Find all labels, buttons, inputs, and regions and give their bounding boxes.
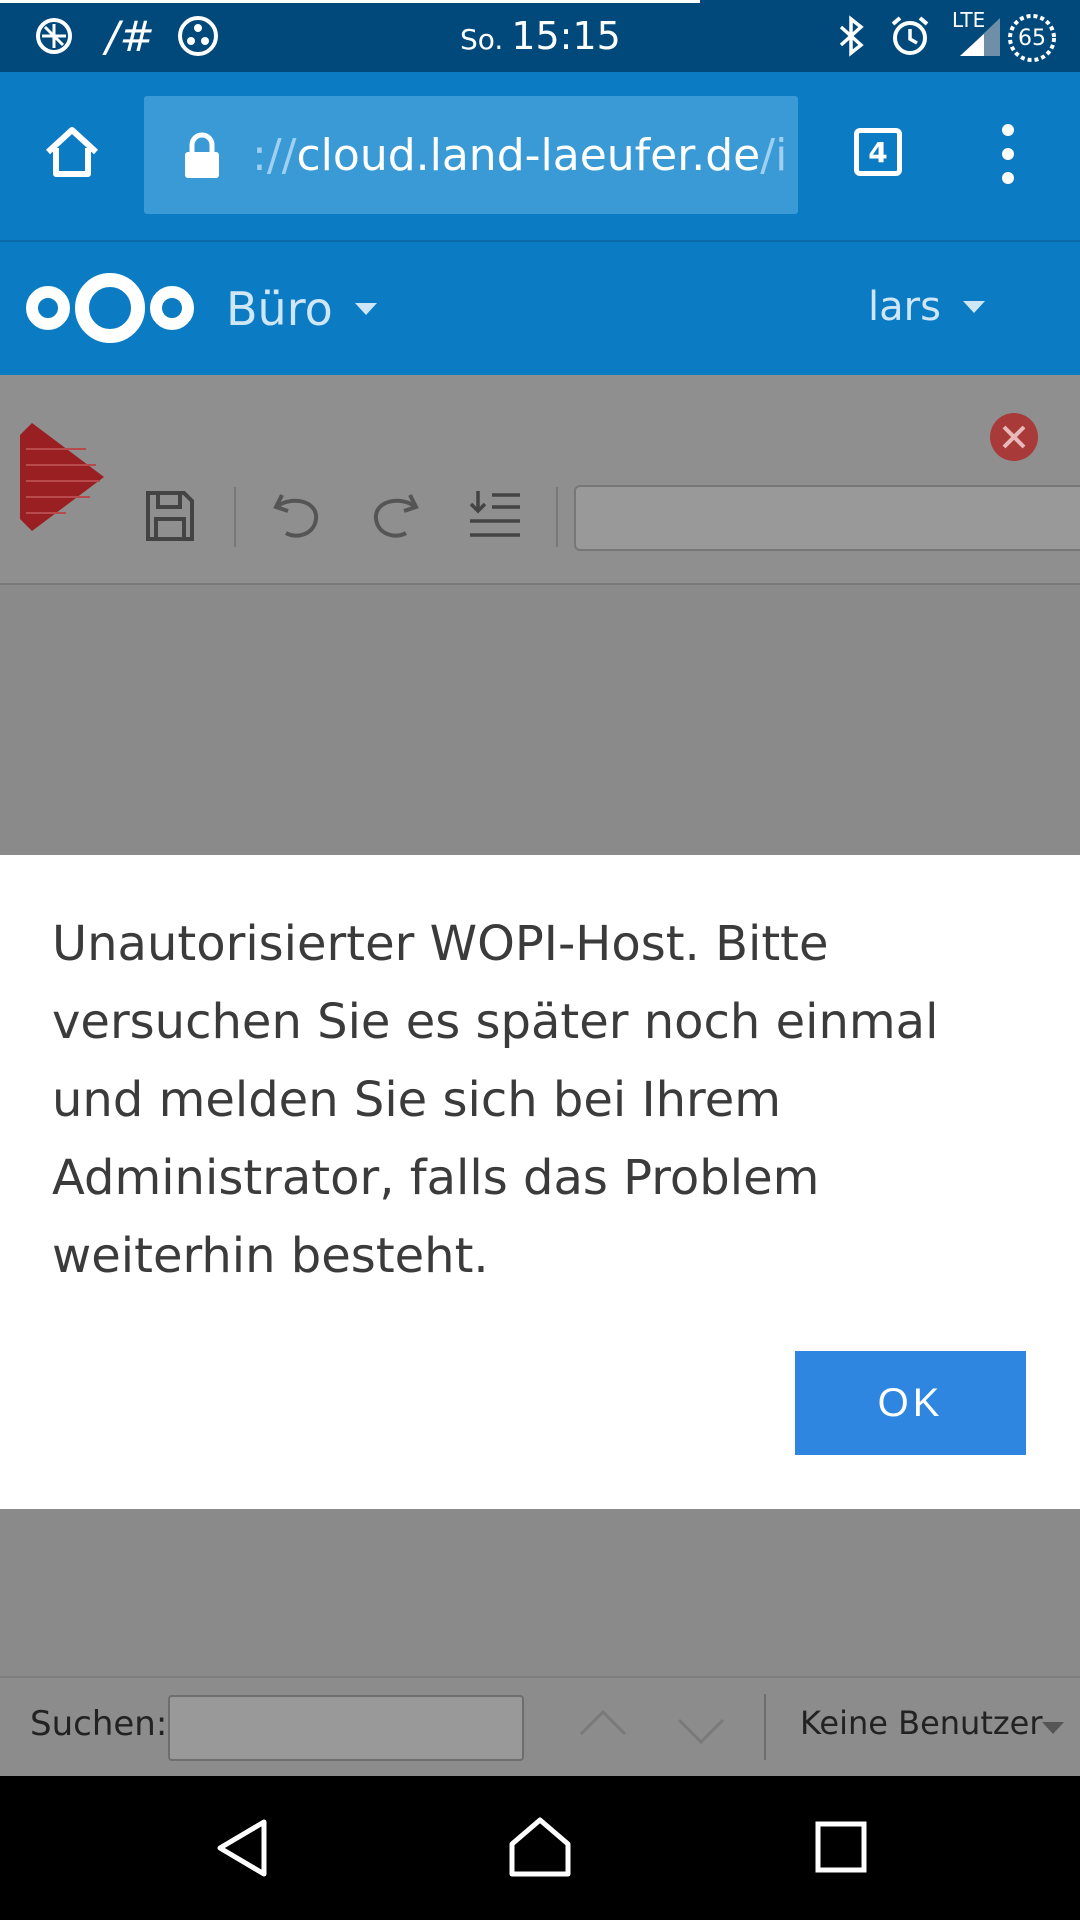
app-icon: [32, 14, 76, 58]
redo-icon[interactable]: [370, 487, 420, 543]
search-label: Suchen:: [30, 1704, 168, 1744]
undo-icon[interactable]: [272, 487, 322, 543]
nextcloud-header: Büro lars: [0, 240, 1080, 375]
status-time: So. 15:15: [460, 14, 621, 58]
network-type: LTE: [952, 8, 986, 32]
chevron-down-icon[interactable]: [1042, 1722, 1064, 1734]
signal-icon: LTE: [950, 8, 1006, 58]
user-menu-label: lars: [868, 284, 941, 330]
search-input[interactable]: [168, 1695, 524, 1761]
dots-app-icon: [176, 14, 220, 58]
alarm-icon: [888, 14, 932, 58]
url-path: /i: [760, 129, 788, 181]
toolbar-separator: [234, 487, 236, 547]
recents-icon[interactable]: [814, 1820, 868, 1874]
lock-icon: [182, 132, 222, 180]
search-bar: Suchen: Keine Benutzer: [0, 1676, 1080, 1776]
paragraph-style-select[interactable]: [574, 485, 1080, 551]
toolbar-separator: [764, 1694, 766, 1760]
url-scheme: ://: [252, 129, 297, 181]
app-menu[interactable]: Büro: [226, 282, 377, 336]
status-bar: /# So. 15:15 LTE 65: [0, 0, 1080, 72]
url-bar[interactable]: ://cloud.land-laeufer.de/i: [144, 96, 798, 214]
error-dialog: Unautorisierter WOPI-Host. Bitte versuch…: [0, 855, 1080, 1509]
close-document-icon[interactable]: [988, 411, 1040, 463]
format-list-icon[interactable]: [468, 487, 522, 543]
battery-icon: 65: [1006, 12, 1058, 64]
overflow-menu-icon[interactable]: [994, 122, 1022, 186]
progress-line: [0, 0, 700, 3]
home-nav-icon[interactable]: [508, 1814, 572, 1880]
chevron-down-icon: [962, 301, 985, 313]
office-toolbar: [0, 375, 1080, 585]
battery-level: 65: [1018, 25, 1046, 51]
users-select[interactable]: Keine Benutzer: [800, 1704, 1043, 1742]
search-next-icon[interactable]: [676, 1716, 726, 1746]
tab-switcher-button[interactable]: 4: [854, 128, 902, 176]
url-host: cloud.land-laeufer.de: [296, 129, 761, 181]
home-icon[interactable]: [40, 120, 104, 184]
nextcloud-logo-icon[interactable]: [24, 266, 196, 350]
ok-button[interactable]: OK: [795, 1351, 1026, 1455]
toolbar-separator: [556, 487, 558, 547]
user-menu[interactable]: lars: [868, 284, 985, 330]
chevron-down-icon: [354, 303, 377, 315]
browser-toolbar: ://cloud.land-laeufer.de/i 4: [0, 72, 1080, 240]
office-logo-icon: [16, 419, 108, 535]
search-previous-icon[interactable]: [578, 1708, 628, 1738]
dialog-message: Unautorisierter WOPI-Host. Bitte versuch…: [52, 916, 939, 1284]
bluetooth-icon: [834, 14, 870, 58]
app-menu-label: Büro: [226, 282, 333, 336]
status-day: So.: [460, 23, 504, 56]
hash-icon: /#: [105, 11, 155, 61]
back-icon[interactable]: [212, 1816, 272, 1880]
navigation-bar: [0, 1776, 1080, 1920]
save-icon[interactable]: [144, 489, 196, 543]
status-clock: 15:15: [511, 14, 621, 58]
